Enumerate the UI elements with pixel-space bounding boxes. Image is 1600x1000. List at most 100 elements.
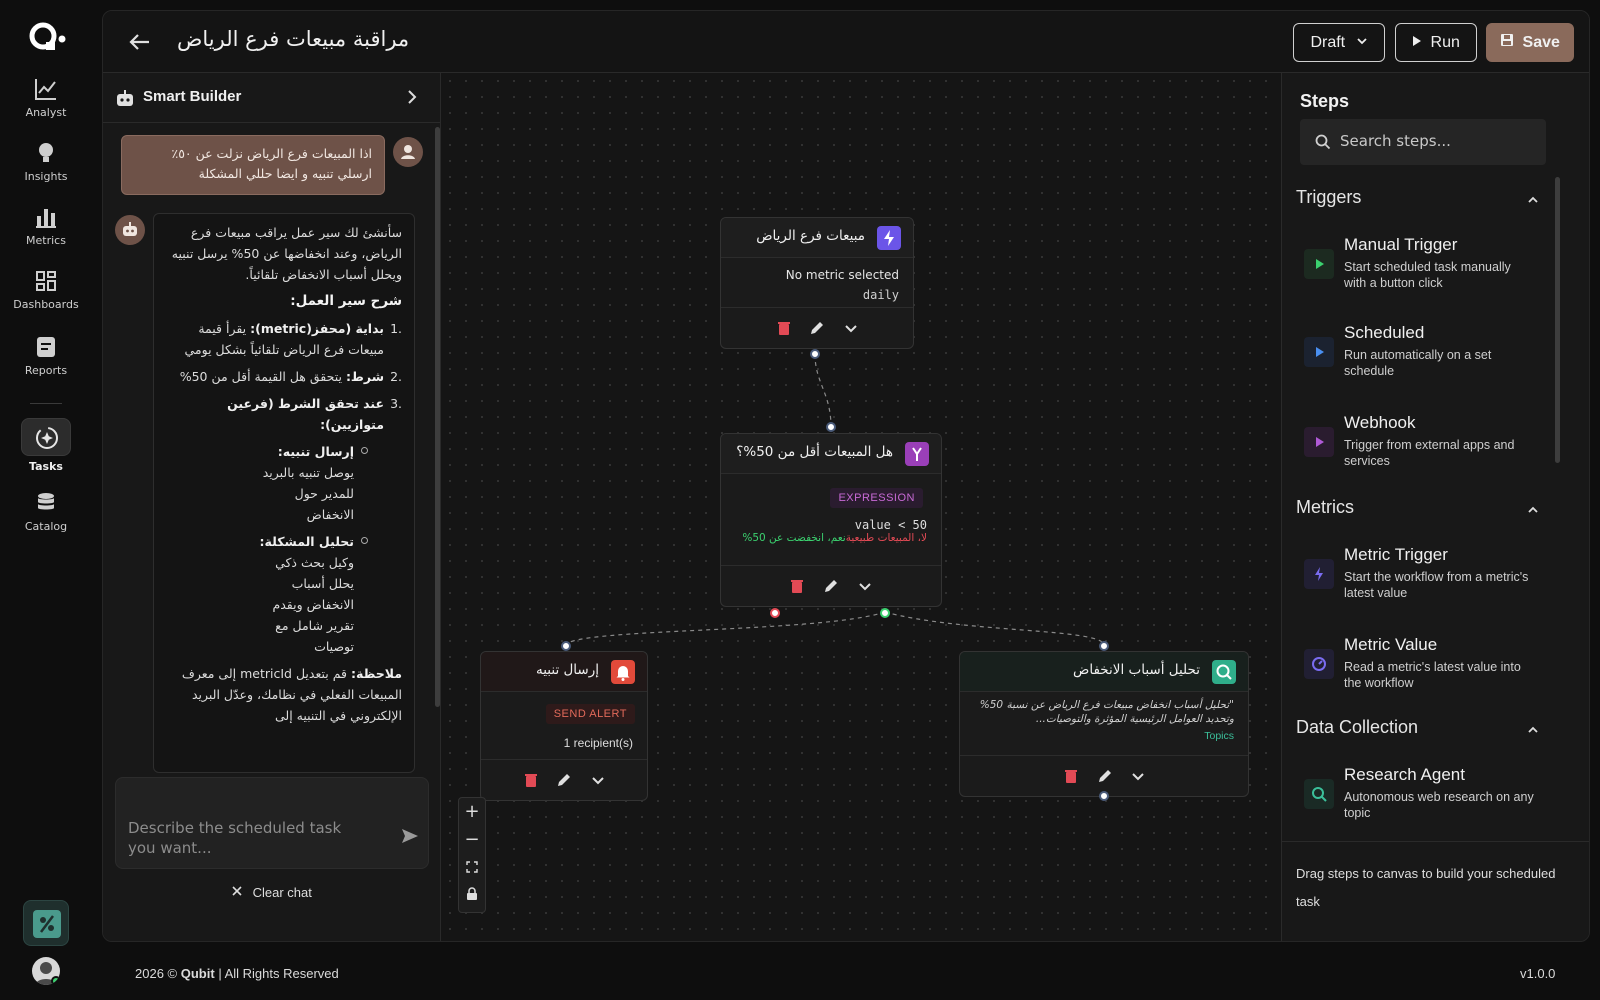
rail-item-reports[interactable]: Reports xyxy=(8,334,84,390)
rail-item-analyst[interactable]: Analyst xyxy=(8,76,84,132)
user-avatar-chat xyxy=(393,137,423,167)
chevron-right-icon[interactable] xyxy=(403,88,421,106)
chevron-down-icon xyxy=(1356,38,1367,45)
rail-label: Dashboards xyxy=(13,298,79,311)
rail-label: Metrics xyxy=(26,234,66,247)
qubit-logo[interactable] xyxy=(28,20,68,54)
chevron-down-icon[interactable] xyxy=(843,320,859,336)
trash-icon[interactable] xyxy=(523,772,539,788)
branch-no-label: لا، المبيعات طبيعية xyxy=(845,532,927,544)
footer-year: 2026 © xyxy=(135,966,178,981)
workspace-switcher[interactable] xyxy=(23,900,69,946)
save-button[interactable]: Save xyxy=(1486,23,1574,62)
chat-input[interactable]: Describe the scheduled task you want... xyxy=(115,777,429,869)
rail-item-catalog[interactable]: Catalog xyxy=(8,490,84,546)
section-data-collection[interactable]: Data Collection xyxy=(1296,717,1418,738)
chevron-down-icon[interactable] xyxy=(1130,768,1146,784)
output-handle[interactable] xyxy=(1099,791,1109,801)
logo-mark xyxy=(29,22,66,50)
edit-pencil-icon[interactable] xyxy=(1097,768,1113,784)
schedule-frequency: daily xyxy=(862,288,899,302)
metric-trigger-node[interactable]: مبيعات فرع الرياض No metric selected dai… xyxy=(720,217,914,349)
online-status-dot xyxy=(51,976,60,985)
branch-icon xyxy=(905,442,929,466)
input-handle[interactable] xyxy=(561,641,571,651)
app-root: Analyst Insights Metrics Dashboards Repo… xyxy=(0,0,1600,1000)
gauge-icon xyxy=(1304,649,1334,679)
step-title: Manual Trigger xyxy=(1344,235,1458,254)
rail-divider xyxy=(30,403,62,404)
main-frame: مراقبة مبيعات فرع الرياض Draft Run Save … xyxy=(102,10,1590,942)
lightbulb-icon xyxy=(39,143,53,162)
tasks-sparkle-icon xyxy=(21,418,71,456)
run-button[interactable]: Run xyxy=(1395,23,1477,62)
clear-chat-button[interactable]: Clear chat xyxy=(231,885,312,900)
topics-tag: Topics xyxy=(1204,730,1234,742)
section-triggers[interactable]: Triggers xyxy=(1296,187,1361,208)
step-desc: Start the workflow from a metric's lates… xyxy=(1344,570,1529,600)
page-title: مراقبة مبيعات فرع الرياض xyxy=(177,27,410,51)
step-desc: Run automatically on a set schedule xyxy=(1344,348,1492,378)
chevron-down-icon[interactable] xyxy=(590,772,606,788)
rail-item-tasks[interactable]: Tasks xyxy=(8,418,84,478)
send-alert-badge: SEND ALERT xyxy=(545,704,635,724)
lock-icon[interactable] xyxy=(459,882,485,910)
chart-line-icon xyxy=(35,79,56,100)
bolt-icon xyxy=(877,226,901,250)
zoom-out-icon[interactable]: − xyxy=(459,826,485,854)
chat-scrollbar[interactable] xyxy=(435,127,440,707)
input-handle[interactable] xyxy=(1099,641,1109,651)
user-avatar[interactable] xyxy=(32,957,60,985)
node-body: EXPRESSION value < 50 xyxy=(721,474,941,532)
yes-branch-handle[interactable] xyxy=(880,608,890,618)
play-icon xyxy=(1304,427,1334,457)
search-placeholder: Search steps... xyxy=(1340,132,1451,150)
trash-icon[interactable] xyxy=(789,578,805,594)
robot-icon xyxy=(117,90,133,106)
workflow-canvas[interactable]: مبيعات فرع الرياض No metric selected dai… xyxy=(442,73,1280,941)
condition-node[interactable]: هل المبيعات أقل من 50%؟ EXPRESSION value… xyxy=(720,433,942,607)
steps-scrollbar[interactable] xyxy=(1555,177,1560,463)
fit-view-icon[interactable] xyxy=(459,854,485,882)
zoom-in-icon[interactable]: + xyxy=(459,798,485,826)
workflow-step-1: .1 بداية (محفز(metric): يقرأ قيمة مبيعات … xyxy=(184,321,402,357)
trash-icon[interactable] xyxy=(776,320,792,336)
expression-badge: EXPRESSION xyxy=(830,488,923,508)
research-agent-node[interactable]: تحليل أسباب الانخفاض "تحليل أسباب انخفاض… xyxy=(959,651,1249,797)
node-actions xyxy=(481,760,647,800)
app-version: v1.0.0 xyxy=(1520,966,1556,981)
sub-1-text: يوصل تنبيه بالبريد للمدير حول الانخفاض xyxy=(262,465,354,522)
search-icon xyxy=(1315,134,1331,150)
chevron-up-icon[interactable] xyxy=(1526,503,1540,517)
chevron-up-icon[interactable] xyxy=(1526,723,1540,737)
rail-label: Catalog xyxy=(24,520,68,533)
step-title: Webhook xyxy=(1344,413,1416,432)
play-icon xyxy=(1413,36,1422,46)
rail-item-dashboards[interactable]: Dashboards xyxy=(8,268,84,324)
send-icon[interactable] xyxy=(400,826,420,846)
sub-2-label: تحليل المشكلة: xyxy=(259,534,354,549)
chevron-up-icon[interactable] xyxy=(1526,193,1540,207)
edit-pencil-icon[interactable] xyxy=(556,772,572,788)
edit-pencil-icon[interactable] xyxy=(809,320,825,336)
steps-search-input[interactable]: Search steps... xyxy=(1300,119,1546,165)
note-label: ملاحظة: xyxy=(351,666,402,681)
input-handle[interactable] xyxy=(826,422,836,432)
drag-hint: Drag steps to canvas to build your sched… xyxy=(1282,841,1589,941)
send-alert-node[interactable]: إرسال تنبيه SEND ALERT 1 recipient(s) xyxy=(480,651,648,801)
chevron-down-icon[interactable] xyxy=(857,578,873,594)
user-message-line: اذا المبيعات فرع الرياض نزلت عن ٥٠٪ xyxy=(171,146,372,161)
rail-item-metrics[interactable]: Metrics xyxy=(8,204,84,260)
section-metrics[interactable]: Metrics xyxy=(1296,497,1354,518)
output-handle[interactable] xyxy=(810,349,820,359)
sub-step-analysis: تحليل المشكلة: وكيل بحث ذكي يحلل أسباب ا… xyxy=(166,531,402,657)
trash-icon[interactable] xyxy=(1063,768,1079,784)
smart-builder-header[interactable]: Smart Builder xyxy=(103,73,441,123)
rail-item-insights[interactable]: Insights xyxy=(8,140,84,196)
workflow-step-2: .2 شرط: يتحقق هل القيمة أقل من 50% xyxy=(179,369,402,384)
back-arrow-icon[interactable] xyxy=(127,29,153,55)
no-branch-handle[interactable] xyxy=(770,608,780,618)
draft-status-dropdown[interactable]: Draft xyxy=(1293,23,1385,62)
node-header: مبيعات فرع الرياض xyxy=(721,218,913,258)
edit-pencil-icon[interactable] xyxy=(823,578,839,594)
